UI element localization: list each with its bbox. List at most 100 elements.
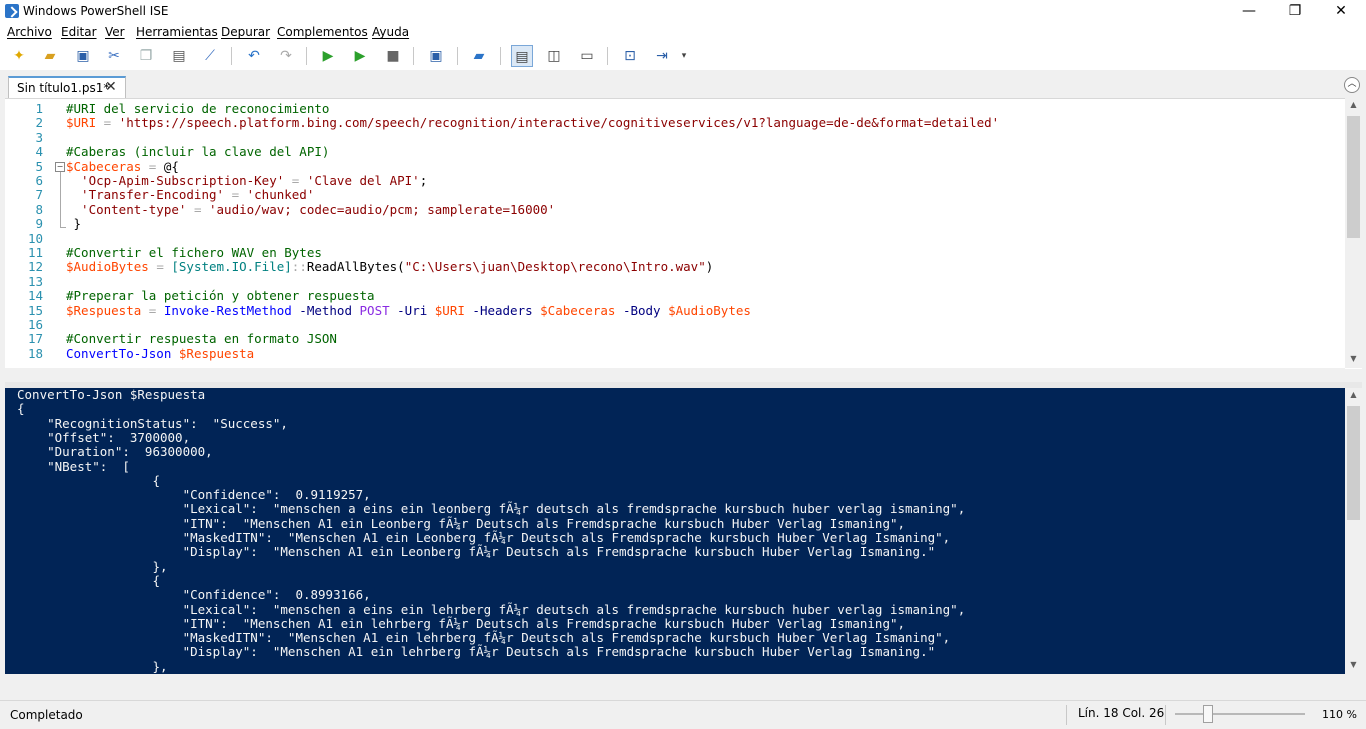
code-token: $URI <box>434 302 465 318</box>
line-number: 15 <box>27 302 43 318</box>
script-tab-strip: Sin título1.ps1* ✕ <box>0 70 1366 98</box>
start-powershell-icon[interactable]: ▰ <box>468 45 490 67</box>
scrollbar-thumb[interactable] <box>1347 116 1360 238</box>
close-tab-icon[interactable]: ✕ <box>105 79 117 95</box>
stop-icon[interactable]: ■ <box>382 45 404 67</box>
run-selection-icon[interactable]: ▶ <box>349 45 371 67</box>
close-window-button[interactable]: ✕ <box>1318 0 1364 24</box>
zoom-slider-thumb[interactable] <box>1203 705 1213 723</box>
tab-label: Sin título1.ps1* <box>17 81 110 95</box>
layout-top-icon[interactable]: ▤ <box>511 45 533 67</box>
code-line: 3 <box>5 130 1345 145</box>
code-token: ReadAllBytes( <box>306 259 405 275</box>
cut-icon[interactable]: ✂ <box>103 45 125 67</box>
code-text: 'Content-type' = 'audio/wav; codec=audio… <box>66 201 555 217</box>
editor-horizontal-scrollbar[interactable] <box>5 368 1345 382</box>
scroll-down-icon[interactable]: ▼ <box>1345 660 1362 669</box>
line-number: 16 <box>27 317 43 332</box>
tab-script[interactable]: Sin título1.ps1* ✕ <box>8 76 126 98</box>
line-number: 13 <box>27 273 43 289</box>
console-line: ConvertTo-Json $Respuesta <box>17 388 206 402</box>
layout-right-icon[interactable]: ◫ <box>543 45 565 67</box>
scrollbar-thumb[interactable] <box>1347 406 1360 520</box>
code-text: 'Ocp-Apim-Subscription-Key' = 'Clave del… <box>66 173 427 188</box>
line-number: 10 <box>27 230 43 246</box>
code-token: $Cabeceras <box>540 302 616 318</box>
line-number: 7 <box>35 187 43 203</box>
console-line: "Duration": 96300000, <box>17 444 213 460</box>
paste-icon[interactable]: ▤ <box>168 45 190 67</box>
menu-herramientas[interactable]: Herramientas <box>136 25 218 39</box>
code-text: } <box>66 216 82 232</box>
console-vertical-scrollbar[interactable]: ▲ ▼ <box>1345 388 1362 674</box>
open-icon[interactable]: ▰ <box>39 45 61 67</box>
code-token: = <box>141 158 164 174</box>
undo-icon[interactable]: ↶ <box>243 45 265 67</box>
code-token: $Respuesta <box>178 345 255 361</box>
new-icon[interactable]: ✦ <box>8 45 30 67</box>
line-number: 12 <box>27 259 43 275</box>
console-line: "ITN": "Menschen A1 ein lehrberg fÃ¼r De… <box>17 615 906 631</box>
code-token: = <box>224 187 247 203</box>
menu-ayuda[interactable]: Ayuda <box>372 25 409 39</box>
line-number: 18 <box>27 345 43 361</box>
code-token: } <box>66 216 82 232</box>
code-token: -Method <box>291 302 360 318</box>
code-token: :: <box>291 259 307 275</box>
code-token: -Headers <box>464 302 541 318</box>
run-icon[interactable]: ▶ <box>317 45 339 67</box>
show-commands-icon[interactable]: ⊡ <box>619 45 641 67</box>
minimize-button[interactable]: — <box>1226 0 1272 24</box>
copy-icon[interactable]: ❐ <box>135 45 157 67</box>
new-remote-tab-icon[interactable]: ▣ <box>425 45 447 67</box>
code-token: #URI del servicio de reconocimiento <box>66 101 330 116</box>
console-line: "Confidence": 0.9119257, <box>17 487 371 503</box>
menu-editar[interactable]: Editar <box>61 25 97 39</box>
powershell-ise-icon <box>5 4 19 18</box>
code-token: #Caberas (incluir la clave del API) <box>66 144 330 160</box>
show-addon-icon[interactable]: ⇥ <box>651 45 673 67</box>
code-line: 17 #Convertir respuesta en formato JSON <box>5 331 1345 346</box>
toolbar: ✦ ▰ ▣ ✂ ❐ ▤ ⟋ ↶ ↷ ▶ ▶ ■ ▣ ▰ ▤ ◫ ▭ ⊡ ⇥ ▾ <box>0 42 1366 70</box>
toolbar-separator <box>457 47 458 65</box>
editor-vertical-scrollbar[interactable]: ▲ ▼ <box>1345 98 1362 368</box>
redo-icon[interactable]: ↷ <box>275 45 297 67</box>
line-number: 11 <box>27 245 43 260</box>
menu-ver[interactable]: Ver <box>105 25 125 39</box>
menu-depurar[interactable]: Depurar <box>221 25 270 39</box>
menu-complementos[interactable]: Complementos <box>277 25 368 39</box>
console-pane[interactable]: ConvertTo-Json $Respuesta{ "RecognitionS… <box>5 388 1345 674</box>
clear-icon[interactable]: ⟋ <box>199 45 221 67</box>
console-line: "Lexical": "menschen a eins ein lehrberg… <box>17 601 966 617</box>
layout-max-icon[interactable]: ▭ <box>576 45 598 67</box>
code-token: 'chunked' <box>246 187 315 203</box>
code-token: = <box>141 302 164 318</box>
menu-archivo[interactable]: Archivo <box>7 25 52 39</box>
status-separator <box>1165 705 1166 725</box>
console-line: "RecognitionStatus": "Success", <box>17 415 288 431</box>
scroll-up-icon[interactable]: ▲ <box>1345 100 1362 109</box>
toolbar-overflow-icon[interactable]: ▾ <box>678 45 690 67</box>
line-number: 4 <box>35 144 43 160</box>
code-line: 2 $URI = 'https://speech.platform.bing.co… <box>5 115 1345 130</box>
code-token: 'https://speech.platform.bing.com/speech… <box>118 115 1000 131</box>
script-editor[interactable]: 1 #URI del servicio de reconocimiento 2 $UR… <box>5 98 1362 369</box>
line-number: 8 <box>35 201 43 217</box>
scroll-down-icon[interactable]: ▼ <box>1345 354 1362 363</box>
save-icon[interactable]: ▣ <box>72 45 94 67</box>
zoom-slider-track[interactable] <box>1175 713 1305 715</box>
console-horizontal-scrollbar[interactable] <box>5 676 1362 690</box>
code-line: 5 $Cabeceras = @{ <box>5 158 1345 174</box>
code-line: 11 #Convertir el fichero WAV en Bytes <box>5 245 1345 260</box>
restore-button[interactable]: ❐ <box>1272 0 1318 24</box>
scroll-up-icon[interactable]: ▲ <box>1345 390 1362 399</box>
code-line: 15 $Respuesta = Invoke-RestMethod -Method… <box>5 302 1345 318</box>
code-text: $URI = 'https://speech.platform.bing.com… <box>66 116 999 130</box>
code-text: #URI del servicio de reconocimiento <box>66 101 330 116</box>
fold-toggle-icon[interactable]: − <box>55 162 65 172</box>
code-line: 4 #Caberas (incluir la clave del API) <box>5 144 1345 160</box>
toolbar-separator <box>607 47 608 65</box>
code-token: = <box>186 201 209 217</box>
console-line: "ITN": "Menschen A1 ein Leonberg fÃ¼r De… <box>17 515 906 531</box>
collapse-script-pane-icon[interactable]: ︿ <box>1344 77 1360 93</box>
